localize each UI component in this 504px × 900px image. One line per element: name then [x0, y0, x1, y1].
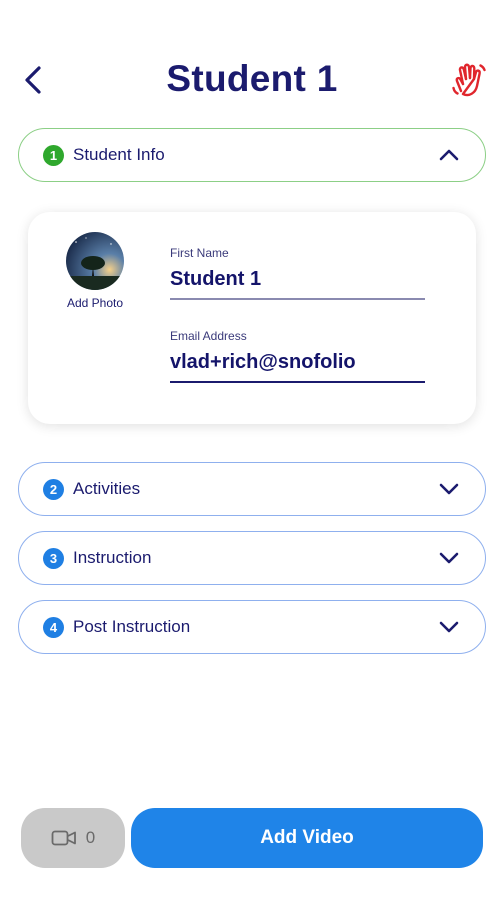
email-label: Email Address [170, 329, 247, 343]
add-photo-label: Add Photo [66, 296, 124, 310]
avatar [66, 232, 124, 290]
student-info-card: Add Photo First Name Student 1 Email Add… [28, 212, 476, 424]
first-name-input[interactable]: Student 1 [170, 268, 425, 300]
section-label: Student Info [73, 145, 165, 164]
section-label: Activities [73, 479, 141, 498]
page-title: Student 1 [166, 58, 338, 99]
section-instruction[interactable]: 3 Instruction [18, 531, 486, 585]
chevron-down-icon [437, 477, 461, 501]
section-label: Post Instruction [73, 617, 191, 636]
add-photo-button[interactable]: Add Photo [56, 232, 134, 310]
section-student-info[interactable]: 1 Student Info [18, 128, 486, 182]
section-activities[interactable]: 2 Activities [18, 462, 486, 516]
add-video-button[interactable]: Add Video [131, 808, 483, 868]
chevron-down-icon [437, 546, 461, 570]
video-count: 0 [85, 828, 96, 847]
header: Student 1 [0, 50, 504, 112]
first-name-field[interactable]: First Name Student 1 [170, 246, 425, 300]
step-number-badge: 2 [43, 478, 64, 500]
step-number-badge: 1 [43, 144, 64, 166]
email-input[interactable]: vlad+rich@snofolio [170, 351, 425, 383]
step-number-badge: 3 [43, 547, 64, 569]
raised-hand-icon [452, 63, 486, 97]
first-name-label: First Name [170, 246, 229, 260]
section-post-instruction[interactable]: 4 Post Instruction [18, 600, 486, 654]
help-button[interactable] [446, 58, 492, 104]
chevron-down-icon [437, 615, 461, 639]
email-field[interactable]: Email Address vlad+rich@snofolio [170, 329, 425, 383]
step-number-badge: 4 [43, 616, 64, 638]
video-camera-icon [51, 830, 76, 846]
chevron-up-icon [437, 143, 461, 167]
video-count-button[interactable]: 0 [21, 808, 125, 868]
section-label: Instruction [73, 548, 152, 567]
